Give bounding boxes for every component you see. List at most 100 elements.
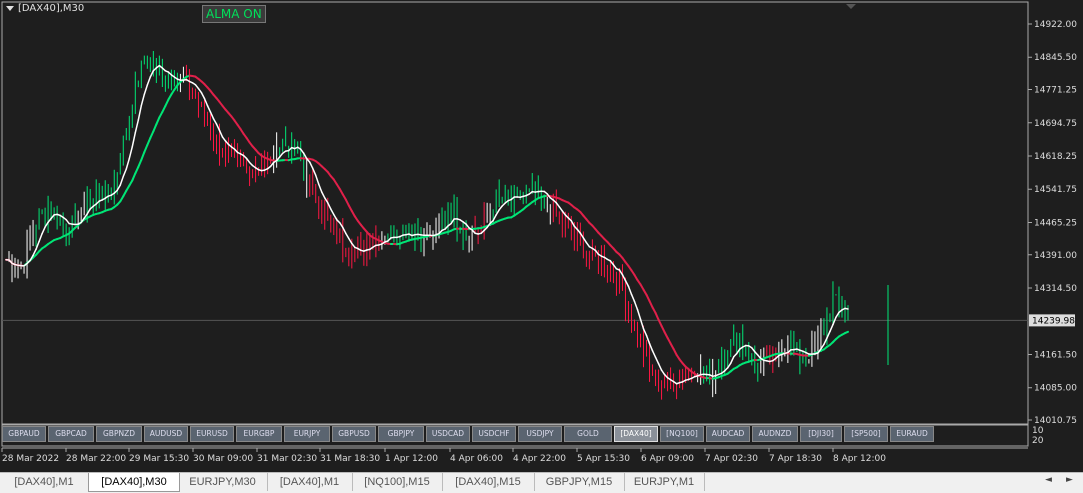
chart-tab[interactable]: [DAX40],M1	[0, 473, 89, 491]
price-tick-label: 14085.00	[1034, 384, 1077, 394]
alma-fast-line	[559, 207, 562, 211]
alma-fast-line	[144, 85, 147, 94]
alma-fast-line	[201, 93, 204, 99]
alma-fast-line	[638, 310, 641, 320]
price-tick-label: 14465.25	[1034, 218, 1077, 228]
price-tick-label: 14541.75	[1034, 185, 1077, 195]
chart-tab[interactable]: EURJPY,M1	[624, 473, 705, 491]
alma-fast-line	[126, 159, 129, 169]
symbol-button-gbpusd[interactable]: GBPUSD	[332, 426, 376, 442]
symbol-button-sp500[interactable]: [SP500]	[844, 426, 888, 442]
chart-tab[interactable]: [DAX40],M15	[442, 473, 535, 491]
alma-slow-line	[150, 131, 153, 138]
alma-toggle-button[interactable]: ALMA ON	[202, 5, 266, 23]
alma-slow-line	[656, 313, 659, 320]
alma-fast-line	[322, 192, 325, 198]
time-label: 28 Mar 22:00	[66, 454, 126, 464]
chart-tab[interactable]: [DAX40],M1	[267, 473, 353, 491]
chart-tab[interactable]: GBPJPY,M15	[534, 473, 625, 491]
time-label: 4 Apr 22:00	[513, 454, 566, 464]
alma-fast-line	[634, 301, 637, 309]
chart-window[interactable]: 14922.00 14845.50 14771.25 14694.75 14618.25…	[0, 0, 1083, 472]
symbol-button-gbpcad[interactable]: GBPCAD	[48, 426, 94, 442]
time-label: 31 Mar 18:30	[320, 454, 380, 464]
alma-fast-line	[42, 227, 45, 234]
symbol-button-eurjpy[interactable]: EURJPY	[284, 426, 330, 442]
time-label: 7 Apr 02:30	[705, 454, 758, 464]
subwindow-tick-label: 10	[1032, 426, 1044, 436]
current-price-label: 14239.98	[1032, 316, 1075, 326]
symbol-button-eurusd[interactable]: EURUSD	[190, 426, 234, 442]
alma-fast-line	[316, 175, 319, 184]
price-tick-label: 14314.50	[1034, 284, 1077, 294]
price-tick-label: 14922.00	[1034, 20, 1077, 30]
shift-marker-icon[interactable]	[846, 4, 856, 9]
alma-fast-line	[207, 106, 210, 112]
alma-fast-line	[662, 370, 665, 374]
time-label: 7 Apr 18:30	[769, 454, 822, 464]
symbol-button-gbpjpy[interactable]: GBPJPY	[378, 426, 424, 442]
alma-fast-line	[830, 325, 833, 332]
alma-slow-line	[135, 167, 138, 173]
symbol-button-dji30[interactable]: [DJI30]	[800, 426, 842, 442]
subwindow-tick-label: 20	[1032, 436, 1044, 446]
alma-fast-line	[39, 234, 42, 242]
symbol-button-gold[interactable]: GOLD	[564, 426, 612, 442]
symbol-button-audcad[interactable]: AUDCAD	[706, 426, 750, 442]
alma-fast-line	[845, 308, 848, 309]
alma-fast-line	[147, 77, 150, 85]
alma-slow-line	[153, 124, 156, 131]
alma-slow-line	[647, 295, 650, 301]
dropdown-triangle-icon[interactable]	[6, 6, 14, 11]
symbol-button-gbpnzd[interactable]: GBPNZD	[96, 426, 142, 442]
chart-tab[interactable]: [NQ100],M15	[352, 473, 443, 491]
symbol-button-audnzd[interactable]: AUDNZD	[752, 426, 798, 442]
symbol-button-dax40[interactable]: [DAX40]	[614, 426, 658, 442]
price-tick-label: 14771.25	[1034, 86, 1077, 96]
alma-slow-line	[138, 160, 141, 167]
alma-fast-line	[731, 357, 734, 363]
price-chart[interactable]: 14922.00 14845.50 14771.25 14694.75 14618.25…	[0, 0, 1083, 472]
time-label: 29 Mar 15:30	[129, 454, 189, 464]
symbol-button-nq100[interactable]: [NQ100]	[660, 426, 704, 442]
symbol-button-audusd[interactable]: AUDUSD	[144, 426, 188, 442]
alma-fast-line	[310, 162, 313, 168]
price-tick-label: 14845.50	[1034, 53, 1077, 63]
price-tick-label: 14161.50	[1034, 350, 1077, 360]
time-label: 28 Mar 2022	[2, 454, 59, 464]
symbol-button-euraud[interactable]: EURAUD	[890, 426, 934, 442]
alma-fast-line	[659, 364, 662, 370]
chart-title-text: [DAX40],M30	[18, 3, 84, 14]
time-label: 4 Apr 06:00	[450, 454, 503, 464]
price-tick-label: 14618.25	[1034, 152, 1077, 162]
time-label: 5 Apr 15:30	[577, 454, 630, 464]
time-label: 8 Apr 12:00	[833, 454, 886, 464]
time-label: 31 Mar 02:30	[257, 454, 317, 464]
alma-fast-line	[631, 294, 634, 301]
alma-fast-line	[331, 209, 334, 215]
alma-slow-line	[156, 117, 159, 124]
alma-slow-line	[147, 138, 150, 145]
tab-scroll-left-icon[interactable]: ◄	[1045, 475, 1052, 485]
alma-fast-line	[138, 106, 141, 120]
symbol-button-gbpaud[interactable]: GBPAUD	[2, 426, 46, 442]
time-label: 1 Apr 12:00	[385, 454, 438, 464]
symbol-button-bar: GBPAUDGBPCADGBPNZDAUDUSDEURUSDEURGBPEURJ…	[2, 426, 934, 444]
alma-slow-line	[845, 332, 848, 333]
alma-fast-line	[653, 351, 656, 358]
symbol-button-usdjpy[interactable]: USDJPY	[518, 426, 562, 442]
tab-scroll-right-icon[interactable]: ►	[1066, 475, 1073, 485]
price-tick-label: 14694.75	[1034, 119, 1077, 129]
price-tick-label: 14010.75	[1034, 416, 1077, 426]
alma-fast-line	[141, 94, 144, 105]
symbol-button-usdcad[interactable]: USDCAD	[426, 426, 470, 442]
alma-slow-line	[165, 100, 168, 106]
symbol-button-eurgbp[interactable]: EURGBP	[236, 426, 282, 442]
symbol-button-usdchf[interactable]: USDCHF	[472, 426, 516, 442]
chart-tab[interactable]: [DAX40],M30	[88, 473, 180, 492]
chart-tab-bar: ◄ ► [DAX40],M1[DAX40],M30EURJPY,M30[DAX4…	[0, 472, 1083, 493]
chart-tab[interactable]: EURJPY,M30	[178, 473, 268, 491]
alma-fast-line	[319, 184, 322, 192]
alma-fast-line	[129, 147, 132, 159]
alma-slow-line	[650, 301, 653, 307]
